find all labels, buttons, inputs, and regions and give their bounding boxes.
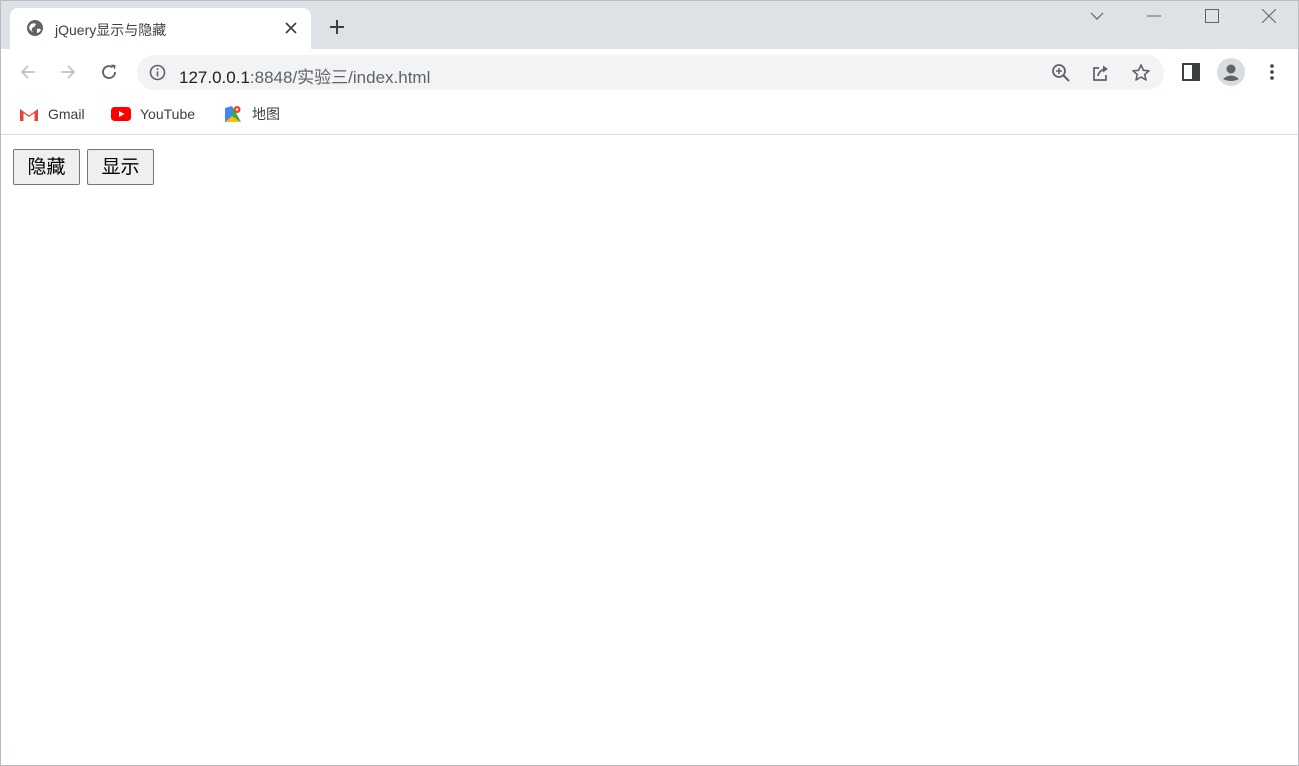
side-panel-icon[interactable]: [1179, 60, 1203, 84]
tab-active[interactable]: jQuery显示与隐藏: [10, 8, 311, 49]
maximize-icon[interactable]: [1202, 6, 1222, 26]
close-window-icon[interactable]: [1259, 6, 1279, 26]
url-host: 127.0.0.1: [179, 68, 250, 87]
bookmarks-bar: Gmail YouTube 地图: [1, 95, 1298, 135]
show-button[interactable]: 显示: [87, 149, 154, 185]
url-text[interactable]: 127.0.0.1:8848/实验三/index.html: [179, 63, 430, 88]
share-icon[interactable]: [1090, 62, 1112, 84]
close-icon[interactable]: [283, 20, 299, 36]
back-arrow-icon[interactable]: [16, 60, 40, 84]
info-icon[interactable]: [149, 64, 166, 81]
bookmark-youtube[interactable]: YouTube: [111, 103, 195, 125]
minimize-icon[interactable]: [1144, 6, 1164, 26]
gmail-icon: [19, 106, 39, 122]
url-path: :8848/实验三/index.html: [249, 68, 431, 87]
bookmark-label: 地图: [252, 106, 280, 122]
reload-icon[interactable]: [97, 60, 121, 84]
bookmark-label: Gmail: [48, 106, 85, 122]
address-bar[interactable]: 127.0.0.1:8848/实验三/index.html: [137, 55, 1164, 90]
star-icon[interactable]: [1130, 62, 1152, 84]
maps-icon: [223, 106, 243, 122]
profile-icon[interactable]: [1217, 58, 1245, 86]
bookmark-label: YouTube: [140, 106, 196, 122]
hide-button[interactable]: 隐藏: [13, 149, 80, 185]
tab-title: jQuery显示与隐藏: [55, 22, 167, 38]
toolbar: 127.0.0.1:8848/实验三/index.html: [1, 49, 1298, 95]
zoom-icon[interactable]: [1050, 62, 1072, 84]
globe-icon: [26, 19, 44, 37]
new-tab-icon[interactable]: [327, 17, 347, 37]
bookmark-maps[interactable]: 地图: [223, 103, 280, 125]
tab-strip: jQuery显示与隐藏: [1, 1, 1298, 49]
bookmark-gmail[interactable]: Gmail: [19, 103, 85, 125]
chevron-down-icon[interactable]: [1087, 6, 1107, 26]
kebab-menu-icon[interactable]: [1260, 60, 1284, 84]
page-content: 隐藏 显示: [1, 136, 1298, 765]
browser-window: jQuery显示与隐藏 127.0.0.1:8848/实验三/index.htm…: [0, 0, 1299, 766]
youtube-icon: [111, 106, 131, 122]
forward-arrow-icon[interactable]: [56, 60, 80, 84]
